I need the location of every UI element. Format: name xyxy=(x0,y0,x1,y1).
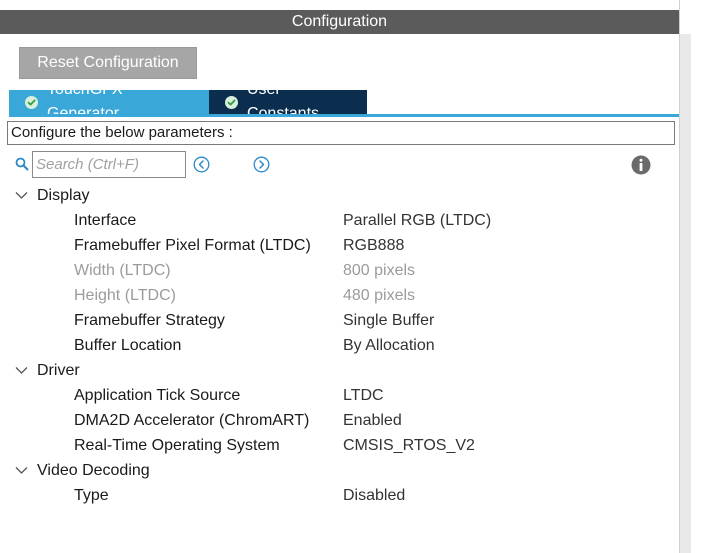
tab-label: User Constants xyxy=(246,81,319,122)
tab-bar: TouchGFX Generator User Constants xyxy=(9,81,367,122)
parameters-hint: Configure the below parameters : xyxy=(7,121,675,145)
param-dma2d-accelerator[interactable]: DMA2D Accelerator (ChromART) Enabled xyxy=(0,408,679,433)
param-value[interactable]: By Allocation xyxy=(343,333,435,358)
param-name: Type xyxy=(74,487,109,504)
search-input[interactable] xyxy=(32,151,186,178)
param-value: 480 pixels xyxy=(343,287,416,304)
panel-title: Configuration xyxy=(0,10,679,34)
tab-user-constants[interactable]: User Constants xyxy=(209,81,367,122)
param-name: Real-Time Operating System xyxy=(74,437,280,454)
param-height: Height (LTDC) 480 pixels xyxy=(0,283,679,308)
group-driver[interactable]: Driver xyxy=(0,358,679,383)
param-value[interactable]: LTDC xyxy=(343,383,384,408)
parameter-tree: Display Interface Parallel RGB (LTDC) Fr… xyxy=(0,183,679,508)
splitter-cap xyxy=(680,0,691,34)
chevron-down-icon[interactable] xyxy=(15,366,28,375)
check-circle-icon xyxy=(225,95,238,109)
param-width: Width (LTDC) 800 pixels xyxy=(0,258,679,283)
param-name: Buffer Location xyxy=(74,337,182,354)
param-name: Framebuffer Pixel Format (LTDC) xyxy=(74,237,311,254)
param-name: Interface xyxy=(74,212,137,229)
param-name: Application Tick Source xyxy=(74,387,241,404)
param-framebuffer-strategy[interactable]: Framebuffer Strategy Single Buffer xyxy=(0,308,679,333)
configuration-panel: Configuration Reset Configuration TouchG… xyxy=(0,0,690,553)
param-value[interactable]: Enabled xyxy=(343,408,402,433)
panel-splitter[interactable] xyxy=(679,0,691,553)
param-value: 800 pixels xyxy=(343,262,416,279)
tab-underline xyxy=(9,114,679,117)
search-icon xyxy=(15,157,29,171)
group-label: Video Decoding xyxy=(37,462,150,479)
chevron-down-icon[interactable] xyxy=(15,191,28,200)
param-application-tick-source[interactable]: Application Tick Source LTDC xyxy=(0,383,679,408)
group-label: Display xyxy=(37,187,90,204)
previous-match-icon[interactable] xyxy=(193,156,210,173)
param-name: Framebuffer Strategy xyxy=(74,312,225,329)
param-value[interactable]: Disabled xyxy=(343,483,405,508)
param-video-type[interactable]: Type Disabled xyxy=(0,483,679,508)
check-circle-icon xyxy=(25,95,38,109)
search-row xyxy=(14,151,674,179)
info-icon[interactable] xyxy=(631,155,651,175)
param-value[interactable]: Parallel RGB (LTDC) xyxy=(343,208,491,233)
param-value[interactable]: Single Buffer xyxy=(343,308,434,333)
chevron-down-icon[interactable] xyxy=(15,466,28,475)
param-name: Width (LTDC) xyxy=(74,262,171,279)
tab-touchgfx-generator[interactable]: TouchGFX Generator xyxy=(9,81,209,122)
param-interface[interactable]: Interface Parallel RGB (LTDC) xyxy=(0,208,679,233)
param-buffer-location[interactable]: Buffer Location By Allocation xyxy=(0,333,679,358)
param-value[interactable]: RGB888 xyxy=(343,233,404,258)
param-name: Height (LTDC) xyxy=(74,287,176,304)
param-name: DMA2D Accelerator (ChromART) xyxy=(74,412,310,429)
group-video-decoding[interactable]: Video Decoding xyxy=(0,458,679,483)
tab-label: TouchGFX Generator xyxy=(47,81,123,122)
group-label: Driver xyxy=(37,362,80,379)
param-rtos[interactable]: Real-Time Operating System CMSIS_RTOS_V2 xyxy=(0,433,679,458)
group-display[interactable]: Display xyxy=(0,183,679,208)
next-match-icon[interactable] xyxy=(253,156,270,173)
reset-configuration-button[interactable]: Reset Configuration xyxy=(19,47,197,79)
param-value[interactable]: CMSIS_RTOS_V2 xyxy=(343,433,475,458)
param-framebuffer-pixel-format[interactable]: Framebuffer Pixel Format (LTDC) RGB888 xyxy=(0,233,679,258)
